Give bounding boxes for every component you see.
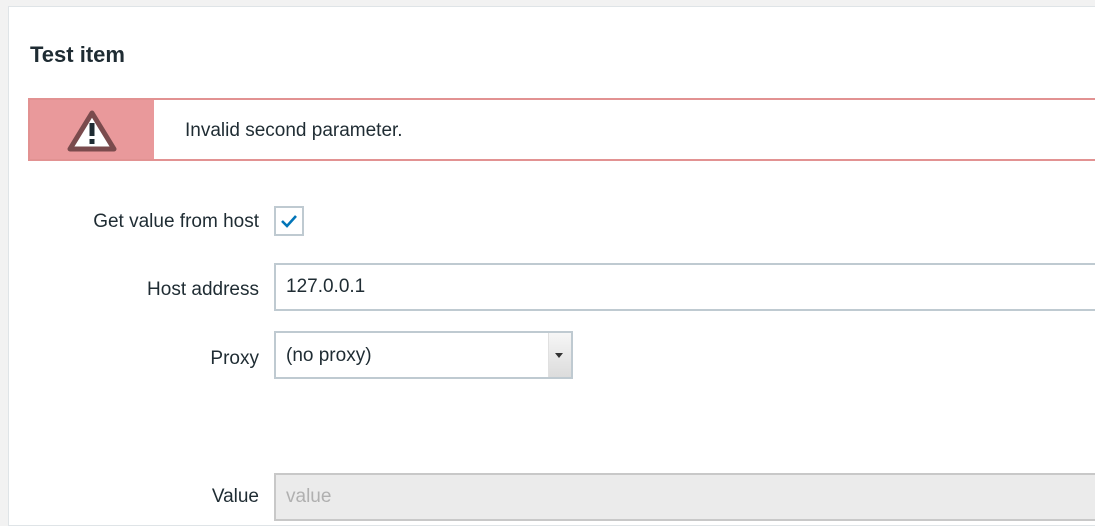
- get-value-from-host-label: Get value from host: [93, 211, 259, 232]
- error-message-text: Invalid second parameter.: [185, 120, 403, 141]
- get-value-from-host-checkbox[interactable]: [274, 206, 304, 236]
- proxy-label: Proxy: [210, 348, 259, 369]
- dialog-title: Test item: [30, 42, 125, 67]
- value-label: Value: [211, 486, 259, 507]
- checkmark-icon: [281, 215, 297, 228]
- warning-icon: [67, 110, 117, 152]
- dropdown-arrow-icon[interactable]: [548, 333, 571, 377]
- test-item-dialog: Test item Invalid second parameter. Get …: [8, 6, 1095, 526]
- error-message-box: Invalid second parameter.: [28, 98, 1095, 161]
- warning-icon-box: [30, 100, 154, 159]
- host-address-input[interactable]: [274, 263, 1095, 311]
- value-field: [274, 473, 1095, 521]
- proxy-selected-value: (no proxy): [286, 345, 372, 366]
- host-address-label: Host address: [147, 279, 259, 300]
- proxy-select[interactable]: (no proxy): [274, 331, 573, 379]
